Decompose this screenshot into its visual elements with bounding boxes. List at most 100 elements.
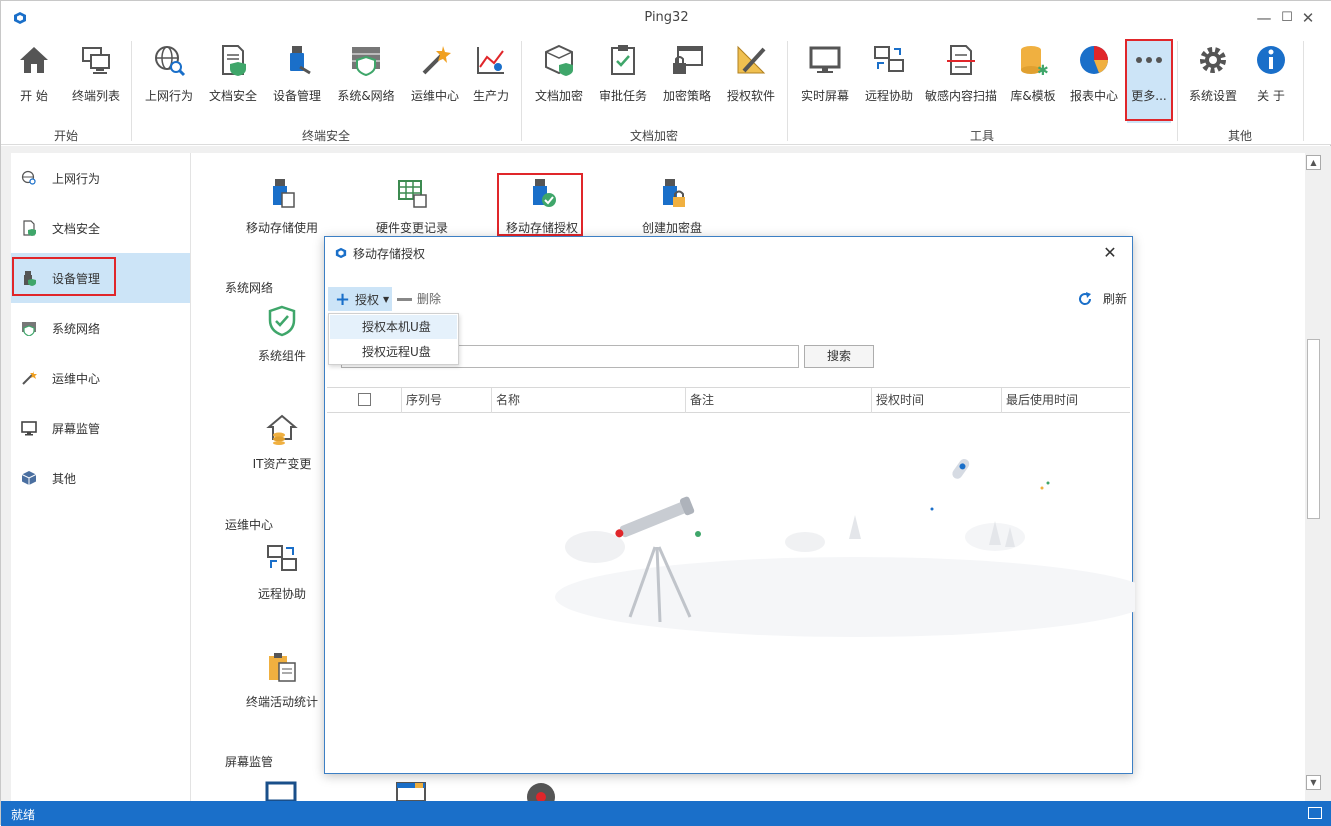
ribbon-device-mgmt[interactable]: 设备管理 (269, 41, 325, 123)
monitor-icon (809, 46, 841, 73)
delete-button[interactable]: 删除 (397, 287, 457, 311)
ribbon-remote-assist[interactable]: 远程协助 (861, 41, 917, 123)
monitor-icon (265, 781, 297, 801)
house-coins-icon (266, 414, 298, 445)
plus-icon: + (335, 289, 351, 310)
vertical-scrollbar[interactable]: ▲ ▼ (1305, 153, 1322, 793)
ribbon-separator (521, 41, 522, 141)
ribbon-ops-center[interactable]: 运维中心 (407, 41, 463, 123)
sidebar-item-screen-monitor[interactable]: 屏幕监管 (11, 403, 190, 453)
ribbon-system-network[interactable]: 系统&网络 (334, 41, 398, 123)
ribbon-terminal-list[interactable]: 终端列表 (67, 41, 125, 123)
ribbon-library-template[interactable]: ✱ 库&模板 (1005, 41, 1061, 123)
ribbon-approval-tasks[interactable]: 审批任务 (595, 41, 651, 123)
menu-item-grant-local-usb[interactable]: 授权本机U盘 (330, 315, 457, 339)
column-name[interactable]: 名称 (491, 388, 685, 413)
item-usb-usage[interactable]: 移动存储使用 (217, 177, 347, 236)
ribbon-separator (131, 41, 132, 141)
document-shield-icon (23, 220, 36, 236)
ribbon-encrypt-policy[interactable]: 加密策略 (659, 41, 715, 123)
record-icon (527, 783, 555, 801)
hardware-grid-icon (398, 180, 427, 208)
ribbon-realtime-screen[interactable]: 实时屏幕 (797, 41, 853, 123)
sidebar-item-device-mgmt[interactable]: 设备管理 (11, 253, 190, 303)
ribbon-productivity[interactable]: 生产力 (469, 41, 513, 123)
productivity-chart-icon (477, 47, 504, 74)
section-title-screen: 屏幕监管 (225, 755, 274, 769)
status-bar: 就绪 (1, 801, 1331, 826)
usb-check-icon (533, 179, 556, 207)
firewall-shield-icon (352, 47, 380, 77)
section-title-ops: 运维中心 (225, 518, 274, 532)
refresh-button[interactable]: 刷新 (1077, 287, 1127, 311)
sidebar-item-doc-security[interactable]: 文档安全 (11, 203, 190, 253)
app-logo-icon (335, 247, 347, 259)
info-icon (1257, 46, 1285, 74)
sidebar-item-web-behavior[interactable]: 上网行为 (11, 153, 190, 203)
refresh-icon (1079, 292, 1092, 305)
column-auth-time[interactable]: 授权时间 (871, 388, 1001, 413)
caret-down-icon: ▼ (383, 295, 390, 304)
column-serial[interactable]: 序列号 (401, 388, 491, 413)
pie-chart-icon (1080, 46, 1108, 74)
keyboard-icon (1308, 807, 1322, 819)
globe-search-icon (155, 46, 186, 77)
ribbon-doc-encrypt[interactable]: 文档加密 (531, 41, 587, 123)
group-label-other: 其他 (1227, 129, 1252, 143)
ribbon-separator (787, 41, 788, 141)
usb-lock-icon (663, 179, 685, 207)
title-bar: Ping32 — ☐ ✕ (1, 1, 1331, 35)
menu-item-grant-remote-usb[interactable]: 授权远程U盘 (330, 340, 457, 364)
grant-dropdown-menu: 授权本机U盘 授权远程U盘 (328, 313, 459, 365)
ribbon-system-settings[interactable]: 系统设置 (1185, 41, 1241, 123)
grant-dropdown-button[interactable]: + 授权 ▼ (328, 287, 392, 311)
box-shield-icon (545, 44, 573, 76)
document-shield-icon (222, 45, 246, 76)
column-remark[interactable]: 备注 (685, 388, 871, 413)
table-header: 序列号 名称 备注 授权时间 最后使用时间 (327, 387, 1130, 413)
firewall-shield-icon (22, 322, 36, 336)
search-button[interactable]: 搜索 (804, 345, 874, 368)
gear-icon (1200, 47, 1226, 73)
svg-text:✱: ✱ (1037, 63, 1049, 77)
window-lock-icon (673, 46, 703, 74)
ribbon-web-behavior[interactable]: 上网行为 (141, 41, 197, 123)
ribbon-separator (1303, 41, 1304, 141)
ribbon-more[interactable]: 更多... (1127, 41, 1171, 123)
app-window: Ping32 — ☐ ✕ 开 始 终端列表 上网行为 文档安全 设备管理 系统&… (0, 0, 1331, 826)
remote-desktop-icon (267, 545, 297, 571)
magic-wand-icon (422, 46, 451, 75)
window-title: Ping32 (644, 10, 689, 25)
cube-icon (21, 471, 37, 485)
sidebar-item-ops-center[interactable]: 运维中心 (11, 353, 190, 403)
ribbon-start[interactable]: 开 始 (9, 41, 59, 123)
group-label-doc-encrypt: 文档加密 (629, 129, 678, 143)
group-label-terminal-security: 终端安全 (301, 129, 350, 143)
ribbon-authorized-software[interactable]: 授权软件 (723, 41, 779, 123)
column-last-used[interactable]: 最后使用时间 (1001, 388, 1130, 413)
ribbon-doc-security[interactable]: 文档安全 (205, 41, 261, 123)
more-dots-icon (1136, 57, 1162, 63)
dialog-close-button[interactable]: ✕ (1098, 241, 1122, 265)
clipboard-docs-icon (269, 653, 296, 682)
ribbon-report-center[interactable]: 报表中心 (1065, 41, 1123, 123)
monitor-icon (21, 421, 37, 436)
select-all-checkbox[interactable] (358, 393, 371, 406)
item-create-encrypted-disk[interactable]: 创建加密盘 (607, 177, 737, 236)
scroll-thumb[interactable] (1307, 339, 1320, 519)
globe-search-icon (21, 170, 36, 185)
clipboard-check-icon (611, 45, 635, 75)
item-hardware-change-log[interactable]: 硬件变更记录 (347, 177, 477, 236)
item-usb-authorization[interactable]: 移动存储授权 (477, 177, 607, 236)
usb-document-icon (273, 179, 295, 208)
sidebar-item-system-network[interactable]: 系统网络 (11, 303, 190, 353)
ribbon-about[interactable]: 关 于 (1247, 41, 1295, 123)
scroll-down-arrow-icon[interactable]: ▼ (1306, 775, 1321, 790)
scroll-up-arrow-icon[interactable]: ▲ (1306, 155, 1321, 170)
ribbon-sensitive-scan[interactable]: 敏感内容扫描 (921, 41, 1001, 123)
close-button[interactable]: ✕ (1286, 5, 1330, 31)
shield-check-icon (268, 305, 296, 337)
database-icon: ✱ (1021, 46, 1049, 77)
magic-wand-icon (22, 371, 37, 385)
sidebar-item-other[interactable]: 其他 (11, 453, 190, 503)
